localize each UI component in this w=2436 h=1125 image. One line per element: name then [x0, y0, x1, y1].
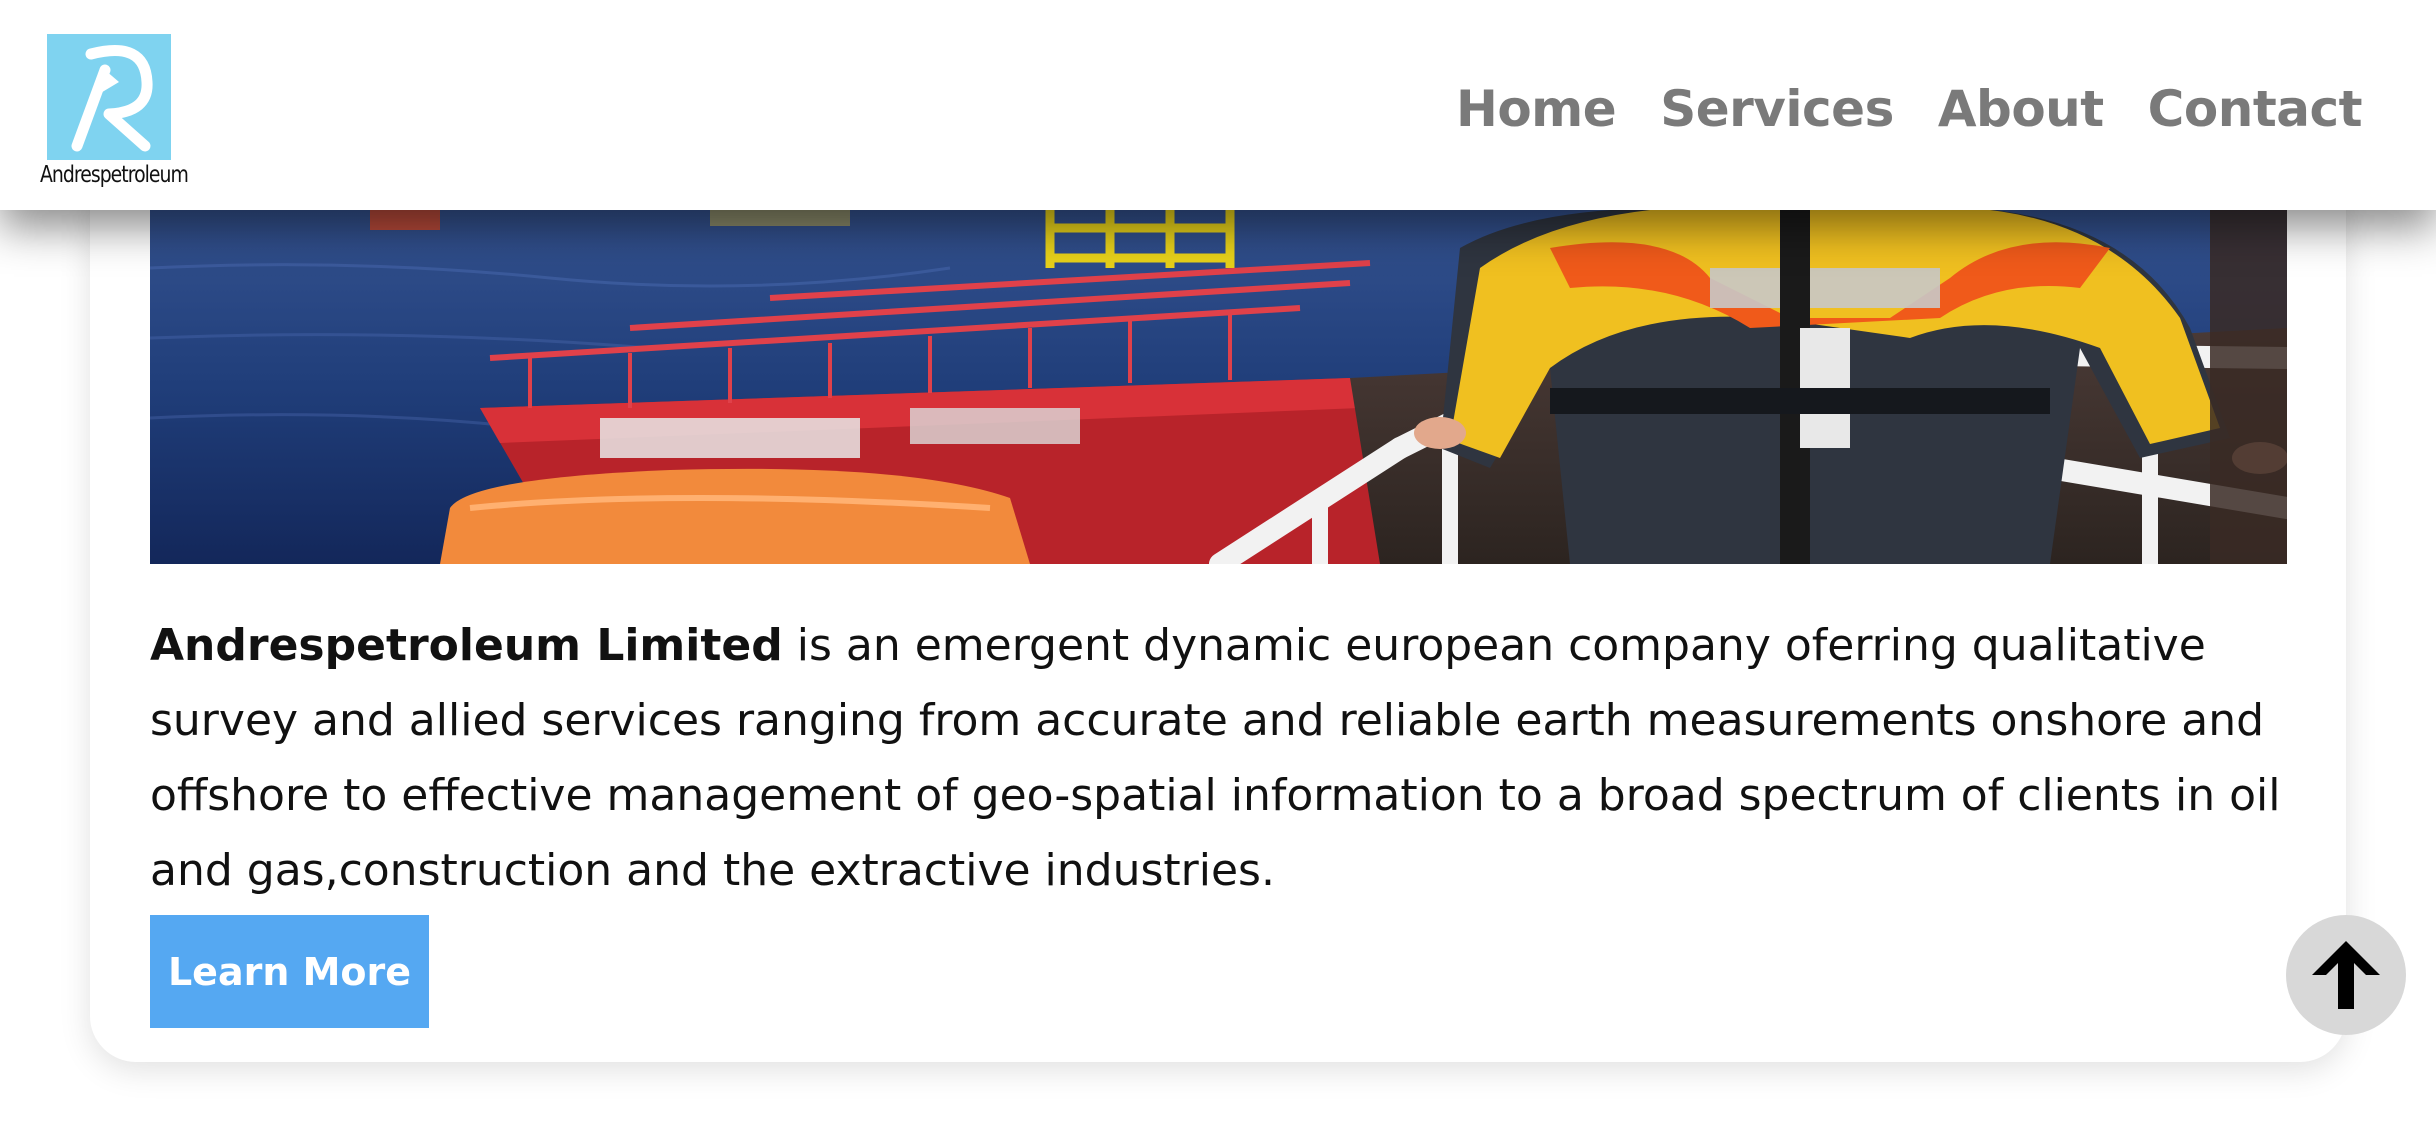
- site-header: Andrespetroleum Home Services About Cont…: [0, 0, 2436, 210]
- learn-more-button[interactable]: Learn More: [150, 915, 429, 1028]
- arrow-up-icon: [2312, 941, 2380, 1009]
- logo-mark-icon: [47, 34, 171, 160]
- nav-services-link[interactable]: Services: [1660, 74, 1894, 144]
- page: Andrespetroleum Home Services About Cont…: [0, 0, 2436, 1125]
- nav-home-link[interactable]: Home: [1456, 74, 1617, 144]
- main-nav: Home Services About Contact: [1456, 74, 2363, 144]
- scroll-to-top-button[interactable]: [2286, 915, 2406, 1035]
- logo-wordmark: Andrespetroleum: [40, 162, 189, 188]
- company-name: Andrespetroleum Limited: [150, 620, 783, 671]
- hero-image: [150, 208, 2287, 564]
- nav-about-link[interactable]: About: [1938, 74, 2104, 144]
- brand-logo[interactable]: Andrespetroleum: [40, 34, 189, 194]
- company-description: Andrespetroleum Limited is an emergent d…: [150, 608, 2287, 908]
- nav-contact-link[interactable]: Contact: [2148, 74, 2363, 144]
